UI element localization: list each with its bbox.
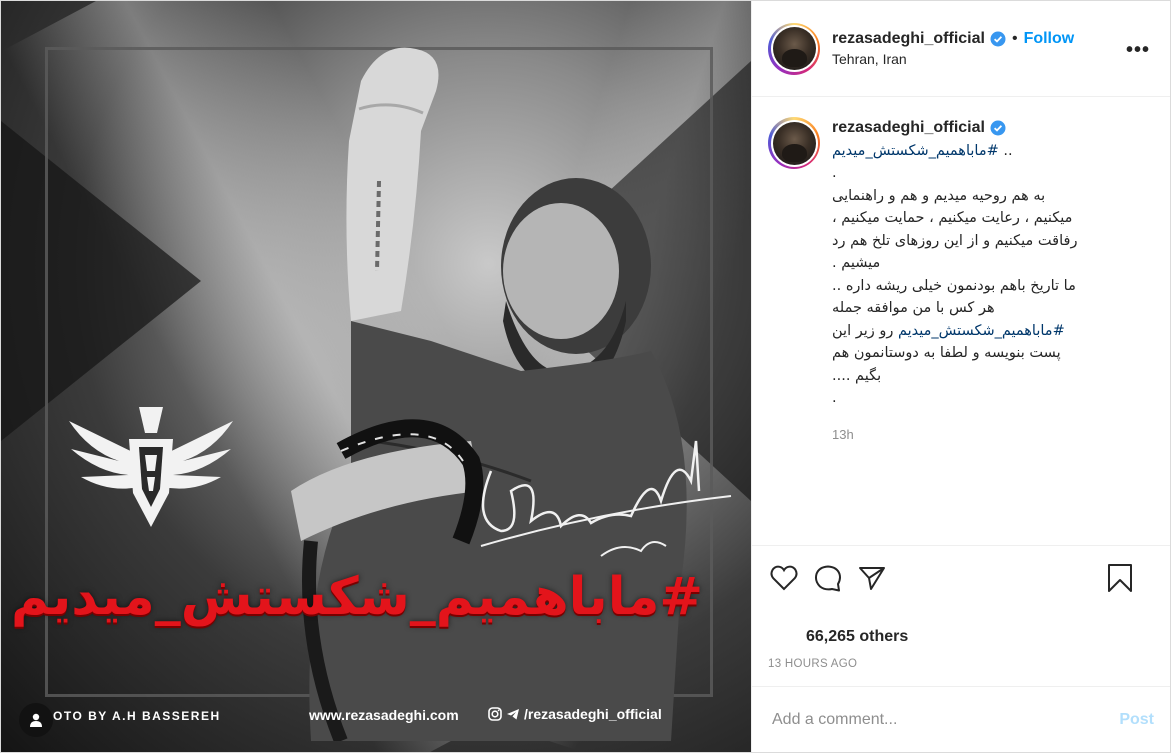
- instagram-icon: [488, 707, 502, 721]
- separator-dot: •: [1011, 30, 1018, 47]
- caption-line: .: [832, 165, 837, 181]
- hashtag-link[interactable]: #ماباهمیم_شکستش_میدیم: [832, 143, 999, 159]
- caption: rezasadeghi_official .. #ماباهمیم_شکستش_…: [768, 117, 1154, 446]
- post-actions: 66,265 others 13 HOURS AGO: [752, 545, 1170, 686]
- caption-story-ring[interactable]: [768, 117, 820, 169]
- caption-line: .: [832, 390, 837, 406]
- post-header: rezasadeghi_official • Follow Tehran, Ir…: [752, 1, 1170, 97]
- like-button[interactable]: [768, 562, 800, 594]
- user-icon: [30, 713, 42, 727]
- caption-line: ما تاریخ باهم بودنمون خیلی ریشه داره ..: [832, 277, 1076, 294]
- caption-line: میشیم .: [832, 255, 881, 271]
- story-ring[interactable]: [768, 22, 820, 75]
- comment-composer: Post: [752, 686, 1170, 752]
- social-watermark: /rezasadeghi_official: [488, 706, 662, 722]
- caption-line: رفاقت میکنیم و از این روزهای تلخ هم رد: [832, 232, 1078, 249]
- author-username[interactable]: rezasadeghi_official: [832, 30, 985, 48]
- post-timestamp[interactable]: 13 HOURS AGO: [768, 658, 1154, 686]
- caption-line: به هم روحیه میدیم و هم و راهنمایی: [832, 187, 1046, 204]
- singer-photo: [291, 47, 687, 741]
- verified-badge-icon: [990, 31, 1006, 47]
- more-options-icon[interactable]: •••: [1126, 39, 1150, 62]
- caption-line: میکنیم ، رعایت میکنیم ، حمایت میکنیم ،: [832, 210, 1073, 226]
- website-watermark: www.rezasadeghi.com: [309, 707, 459, 723]
- verified-badge-icon: [990, 120, 1006, 136]
- bookmark-icon: [1108, 564, 1132, 592]
- share-button[interactable]: [856, 562, 888, 594]
- save-button[interactable]: [1104, 562, 1136, 594]
- comment-icon: [814, 565, 841, 592]
- caption-line: .. #ماباهمیم_شکستش_میدیم: [832, 142, 1013, 159]
- caption-timestamp[interactable]: 13h: [832, 424, 1127, 447]
- post-dialog: #ماباهمیم_شکستش_میدیم OTO BY A.H BASSERE…: [0, 0, 1171, 753]
- photo-credit: OTO BY A.H BASSEREH: [53, 709, 221, 723]
- post-image[interactable]: #ماباهمیم_شکستش_میدیم OTO BY A.H BASSERE…: [1, 1, 751, 752]
- follow-button[interactable]: Follow: [1024, 30, 1075, 48]
- send-icon: [859, 567, 885, 590]
- tagged-users-button[interactable]: [19, 703, 53, 737]
- post-side-panel: rezasadeghi_official • Follow Tehran, Ir…: [751, 1, 1170, 752]
- caption-line: پست بنویسه و لطفا به دوستانمون هم: [832, 345, 1061, 361]
- caption-line: #ماباهمیم_شکستش_میدیم رو زیر این: [832, 322, 1065, 339]
- comments-area: rezasadeghi_official .. #ماباهمیم_شکستش_…: [752, 97, 1170, 545]
- post-comment-button[interactable]: Post: [1119, 711, 1154, 729]
- caption-username-row: rezasadeghi_official: [832, 117, 1127, 140]
- caption-text: .. #ماباهمیم_شکستش_میدیم . به هم روحیه م…: [832, 140, 1127, 410]
- caption-line: هر کس با من موافقه جمله: [832, 300, 995, 316]
- hashtag-artwork-text: #ماباهمیم_شکستش_میدیم: [10, 567, 703, 627]
- heart-icon: [770, 565, 798, 591]
- caption-line: بگیم ....: [832, 367, 882, 384]
- avatar[interactable]: [772, 27, 816, 70]
- social-handle: /rezasadeghi_official: [524, 706, 662, 722]
- comment-input[interactable]: [772, 710, 1120, 729]
- telegram-icon: [507, 709, 519, 720]
- brand-logo: [69, 407, 233, 527]
- comment-button[interactable]: [812, 562, 844, 594]
- hashtag-link[interactable]: #ماباهمیم_شکستش_میدیم: [898, 323, 1065, 339]
- avatar[interactable]: [772, 121, 816, 165]
- caption-username[interactable]: rezasadeghi_official: [832, 117, 985, 140]
- post-location[interactable]: Tehran, Iran: [832, 51, 1074, 67]
- likes-count[interactable]: 66,265 others: [768, 628, 1154, 646]
- autograph-signature: [480, 440, 732, 557]
